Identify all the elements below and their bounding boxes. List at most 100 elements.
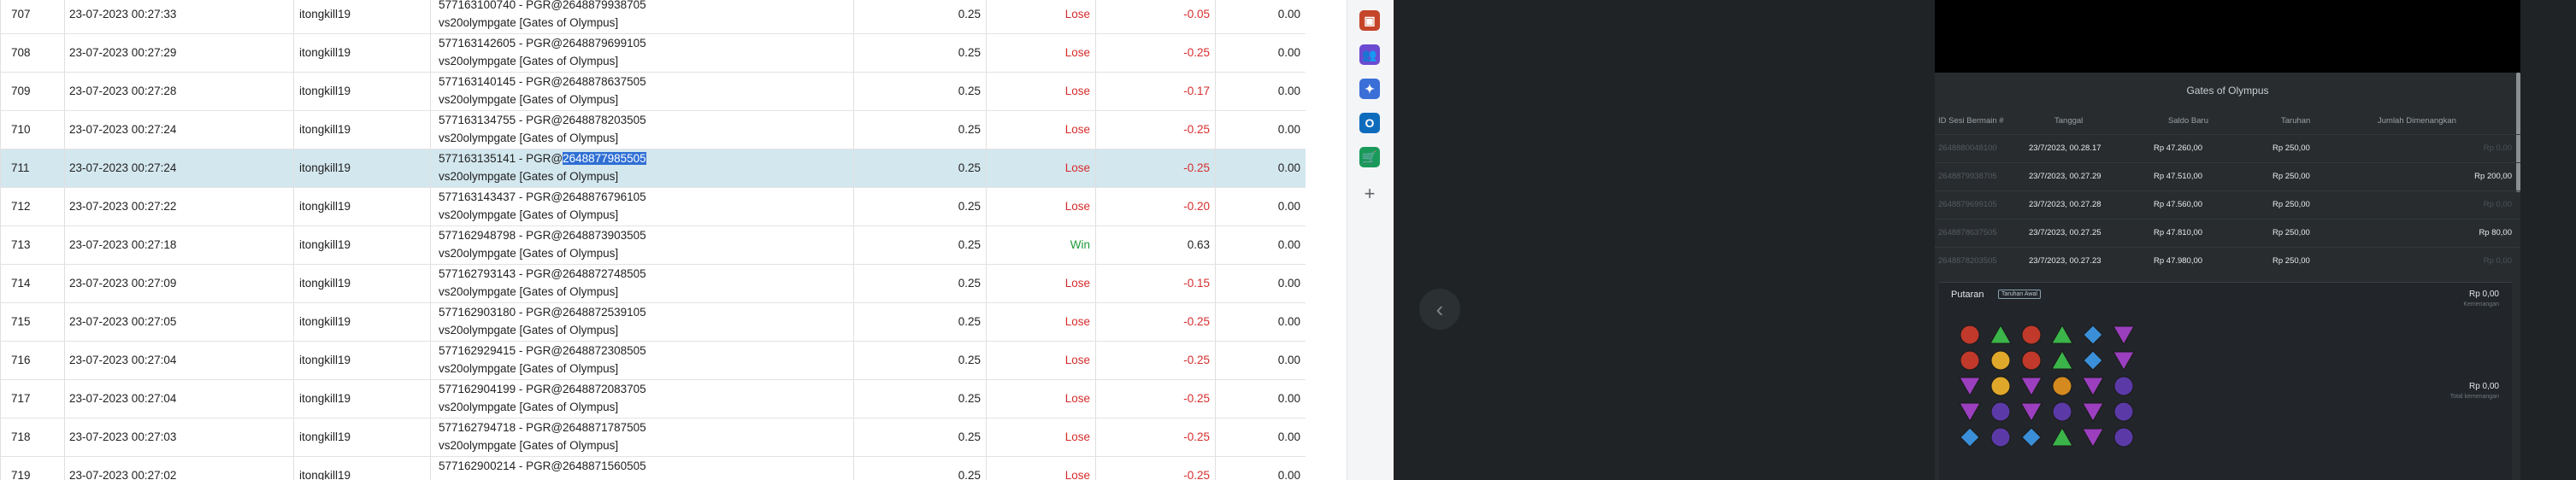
row-description-line2: vs20olympgate [Gates of Olympus] [439,285,619,298]
selected-text[interactable]: 2648877985505 [563,152,646,165]
table-row[interactable]: 713 23-07-2023 00:27:18 itongkill19 5771629… [0,226,1306,265]
row-bet: 0.25 [958,238,981,251]
back-arrow-button[interactable]: ‹ [1419,289,1460,330]
session-id: 2648878203505 [1938,256,1997,266]
table-row[interactable]: 710 23-07-2023 00:27:24 itongkill19 5771631… [0,111,1306,149]
cell-bet: 0.25 [853,226,986,264]
row-amount: -0.17 [1183,85,1210,97]
cell-extra: 0.00 [1215,188,1306,225]
table-row[interactable]: 712 23-07-2023 00:27:22 itongkill19 5771631… [0,188,1306,226]
table-row[interactable]: 708 23-07-2023 00:27:29 itongkill19 5771631… [0,34,1306,73]
row-datetime: 23-07-2023 00:27:18 [69,238,177,251]
session-id: 2648879699105 [1938,200,1997,209]
table-row[interactable]: 711 23-07-2023 00:27:24 itongkill19 5771631… [0,149,1306,188]
row-number: 707 [11,8,31,20]
row-amount: -0.25 [1183,392,1210,405]
row-number: 714 [11,277,31,290]
row-amount: -0.25 [1183,315,1210,328]
purple-symbol-icon [2082,377,2104,397]
crown-symbol-icon [2052,376,2072,396]
cell-username: itongkill19 [293,419,430,456]
cell-amount: -0.25 [1095,380,1215,418]
ruby-symbol-icon [1960,350,1980,371]
cell-description: 577162948798 - PGR@2648873903505 vs20olym… [430,226,853,264]
row-number: 716 [11,354,31,366]
table-row[interactable]: 709 23-07-2023 00:27:28 itongkill19 5771631… [0,73,1306,111]
game-history-row[interactable]: 2648879938705 23/7/2023, 00.27.29 Rp 47.51… [1935,162,2520,190]
purple-symbol-icon [1959,377,1981,397]
cell-username: itongkill19 [293,342,430,379]
cell-bet: 0.25 [853,188,986,225]
table-row[interactable]: 719 23-07-2023 00:27:02 itongkill19 5771629… [0,457,1306,480]
cell-extra: 0.00 [1215,457,1306,480]
ring-symbol-icon [2113,376,2134,396]
row-datetime: 23-07-2023 00:27:24 [69,161,177,174]
outlook-icon[interactable]: O [1359,113,1380,133]
add-icon[interactable]: + [1359,183,1380,204]
cell-date: 23-07-2023 00:27:05 [64,303,293,341]
row-description-line2: vs20olympgate [Gates of Olympus] [439,170,619,183]
cell-description: 577162793143 - PGR@2648872748505 vs20olym… [430,265,853,302]
row-datetime: 23-07-2023 00:27:04 [69,392,177,405]
row-description-line1: 577162793143 - PGR@2648872748505 [439,267,646,280]
cell-result: Lose [986,419,1095,456]
people-icon[interactable]: 👥 [1359,44,1380,65]
game-canvas-top [1935,0,2520,73]
table-row[interactable]: 714 23-07-2023 00:27:09 itongkill19 5771627… [0,265,1306,303]
table-row[interactable]: 715 23-07-2023 00:27:05 itongkill19 5771629… [0,303,1306,342]
cell-date: 23-07-2023 00:27:24 [64,149,293,187]
blue-symbol-icon [1960,427,1980,448]
cell-bet: 0.25 [853,0,986,33]
row-description-line2: vs20olympgate [Gates of Olympus] [439,324,619,337]
divider [1308,0,1347,480]
session-balance: Rp 47.510,00 [2154,172,2203,181]
game-history-panel: Gates of Olympus ID Sesi Bermain # Tangg… [1935,73,2520,480]
table-row[interactable]: 716 23-07-2023 00:27:04 itongkill19 5771629… [0,342,1306,380]
row-username: itongkill19 [299,161,351,174]
session-win: Rp 0,00 [2483,200,2512,209]
cell-bet: 0.25 [853,265,986,302]
game-history-row[interactable]: 2648878637505 23/7/2023, 00.27.25 Rp 47.81… [1935,219,2520,247]
briefcase-icon[interactable]: ▣ [1359,10,1380,31]
green-symbol-icon [2051,349,2073,370]
session-bet: Rp 250,00 [2272,256,2310,266]
copilot-icon[interactable]: ✦ [1359,79,1380,99]
row-result: Lose [1064,200,1090,213]
cell-number: 708 [0,34,64,72]
table-row[interactable]: 717 23-07-2023 00:27:04 itongkill19 5771629… [0,380,1306,419]
cell-description: 577163100740 - PGR@2648879938705 vs20olym… [430,0,853,33]
row-description-line2: vs20olympgate [Gates of Olympus] [439,247,619,260]
cell-number: 719 [0,457,64,480]
row-bet: 0.25 [958,161,981,174]
cell-amount: -0.25 [1095,34,1215,72]
reel-grid [1959,324,2135,448]
row-amount: -0.25 [1183,123,1210,136]
cell-result: Lose [986,34,1095,72]
session-date: 23/7/2023, 00.27.25 [2029,228,2101,237]
cell-result: Lose [986,149,1095,187]
cell-number: 714 [0,265,64,302]
game-history-row[interactable]: 2648879699105 23/7/2023, 00.27.28 Rp 47.56… [1935,190,2520,219]
shopping-icon[interactable]: 🛒 [1359,147,1380,167]
table-row[interactable]: 718 23-07-2023 00:27:03 itongkill19 5771627… [0,419,1306,457]
purple-symbol-icon [2020,402,2043,423]
purple-symbol-icon [2113,351,2135,372]
row-extra: 0.00 [1277,469,1300,480]
session-balance: Rp 47.810,00 [2154,228,2203,237]
row-number: 708 [11,46,31,59]
row-result: Win [1070,238,1090,251]
ring-symbol-icon [1990,401,2011,422]
row-description-line1: 577162900214 - PGR@2648871560505 [439,460,646,472]
row-extra: 0.00 [1277,200,1300,213]
cell-number: 715 [0,303,64,341]
table-row[interactable]: 707 23-07-2023 00:27:33 itongkill19 5771631… [0,0,1306,34]
game-history-row[interactable]: 2648880048100 23/7/2023, 00.28.17 Rp 47.26… [1935,134,2520,162]
row-number: 713 [11,238,31,251]
row-amount: -0.25 [1183,469,1210,480]
game-history-row[interactable]: 2648878203505 23/7/2023, 00.27.23 Rp 47.98… [1935,247,2520,275]
row-datetime: 23-07-2023 00:27:22 [69,200,177,213]
session-id: 2648880048100 [1938,143,1997,153]
row-extra: 0.00 [1277,46,1300,59]
purple-symbol-icon [2082,428,2104,448]
cell-extra: 0.00 [1215,34,1306,72]
